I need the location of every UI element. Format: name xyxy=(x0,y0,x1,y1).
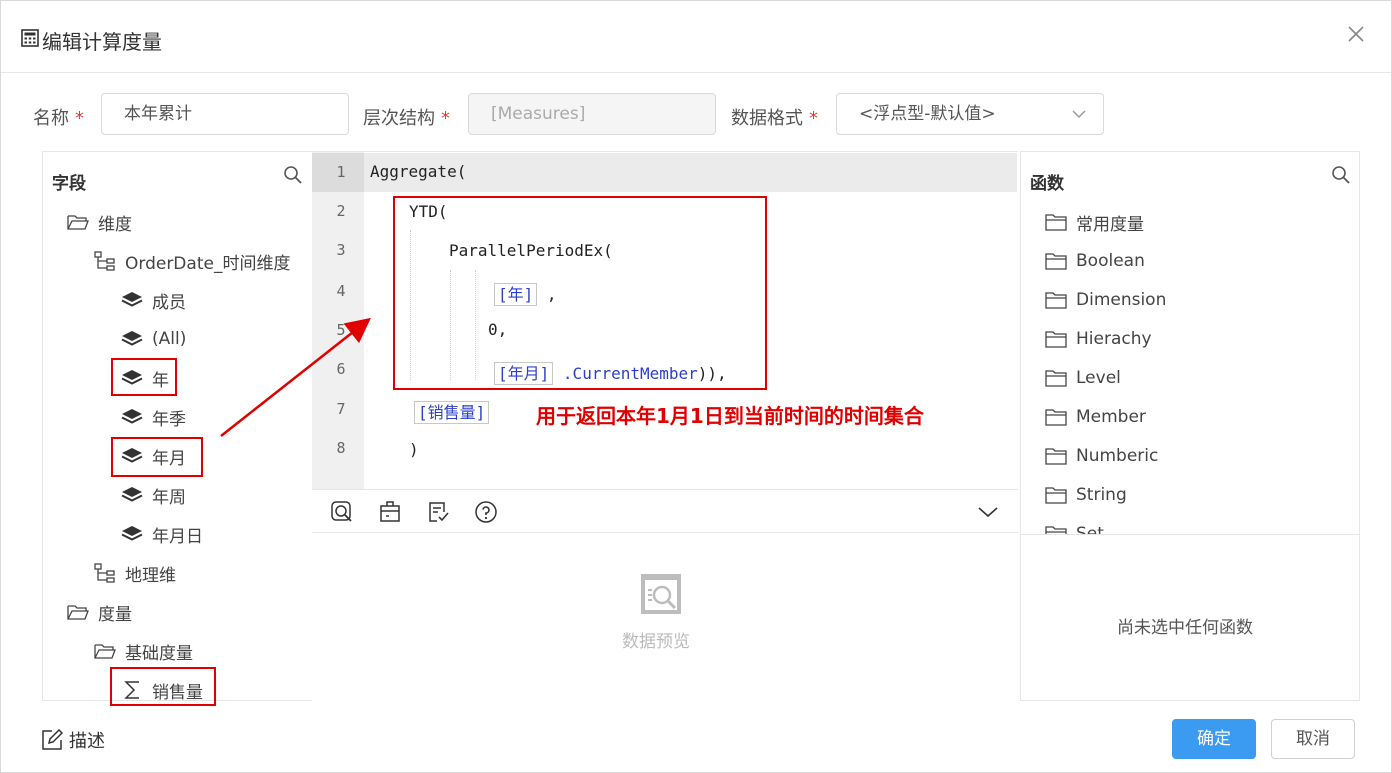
layers-icon xyxy=(121,409,143,424)
layers-icon xyxy=(121,487,143,502)
line-number: 6 xyxy=(336,360,346,378)
line-number: 1 xyxy=(336,163,346,181)
help-icon[interactable] xyxy=(474,500,498,524)
folder-icon xyxy=(1045,526,1067,534)
folder-icon xyxy=(1045,409,1067,426)
search-doc-icon[interactable] xyxy=(330,500,354,524)
function-category-common[interactable]: 常用度量 xyxy=(1045,207,1144,237)
function-category-level[interactable]: Level xyxy=(1045,363,1121,393)
functions-panel: 函数 常用度量 Boolean Dimension Hierachy Level xyxy=(1020,151,1360,701)
code-line-7: [销售量] xyxy=(414,399,490,424)
tree-item-measures[interactable]: 度量 xyxy=(67,597,132,627)
folder-icon xyxy=(1045,370,1067,387)
chevron-down-icon xyxy=(1072,110,1086,119)
name-input[interactable]: 本年累计 xyxy=(101,93,349,135)
function-category-dimension[interactable]: Dimension xyxy=(1045,285,1166,315)
folder-open-icon xyxy=(94,644,116,659)
dialog-title: 编辑计算度量 xyxy=(42,30,162,54)
format-label: 数据格式 * xyxy=(731,108,818,129)
tree-item-dimensions[interactable]: 维度 xyxy=(67,207,132,237)
folder-icon xyxy=(1045,253,1067,270)
hierarchy-input: [Measures] xyxy=(468,93,716,135)
tree-item-all[interactable]: (All) xyxy=(121,324,186,354)
tree-item-year-week[interactable]: 年周 xyxy=(121,480,186,510)
function-category-numberic[interactable]: Numberic xyxy=(1045,441,1158,471)
line-number: 2 xyxy=(336,202,346,220)
annotation-text: 用于返回本年1月1日到当前时间的时间集合 xyxy=(536,404,924,428)
code-close: ) xyxy=(409,440,419,459)
title-bar: 编辑计算度量 xyxy=(1,1,1391,73)
line-number: 8 xyxy=(336,439,346,457)
format-select[interactable]: <浮点型-默认值> xyxy=(836,93,1104,135)
folder-icon xyxy=(1045,448,1067,465)
function-category-boolean[interactable]: Boolean xyxy=(1045,246,1145,276)
highlight-box-year-month xyxy=(111,437,203,477)
check-doc-icon[interactable] xyxy=(426,500,450,524)
line-number: 5 xyxy=(336,321,346,339)
cancel-button[interactable]: 取消 xyxy=(1271,719,1355,759)
chevron-down-icon[interactable] xyxy=(976,500,1000,524)
code-ref-sales: [销售量] xyxy=(414,401,490,424)
highlight-box-sales xyxy=(110,667,216,706)
close-icon[interactable] xyxy=(1345,23,1367,45)
function-category-set[interactable]: Set xyxy=(1045,519,1104,534)
function-category-string[interactable]: String xyxy=(1045,480,1127,510)
layers-icon xyxy=(121,292,143,307)
highlight-box-code xyxy=(393,196,767,390)
calculator-icon xyxy=(21,29,39,47)
data-preview-label: 数据预览 xyxy=(622,632,690,652)
describe-button[interactable]: 描述 xyxy=(41,727,105,753)
folder-icon xyxy=(1045,292,1067,309)
function-category-hierachy[interactable]: Hierachy xyxy=(1045,324,1152,354)
tree-item-orderdate[interactable]: OrderDate_时间维度 xyxy=(94,246,290,276)
line-number: 3 xyxy=(336,241,346,259)
calendar-icon[interactable] xyxy=(378,500,402,524)
fields-panel: 字段 维度 OrderDate_时间维度 成员 (All) 年 年季 年月 年周… xyxy=(42,151,312,701)
tree-item-members[interactable]: 成员 xyxy=(121,285,186,315)
edit-icon xyxy=(42,729,63,750)
line-number: 4 xyxy=(336,282,346,300)
name-label: 名称 * xyxy=(33,108,84,129)
layers-icon xyxy=(121,331,143,346)
ok-button[interactable]: 确定 xyxy=(1172,719,1256,759)
folder-icon xyxy=(1045,214,1067,231)
fields-panel-title: 字段 xyxy=(52,174,86,194)
folder-icon xyxy=(1045,331,1067,348)
folder-open-icon xyxy=(67,605,89,620)
highlight-box-year xyxy=(111,358,177,396)
folder-open-icon xyxy=(67,215,89,230)
hierarchy-icon xyxy=(94,563,115,583)
editor-toolbar xyxy=(312,489,1018,533)
tree-item-year-month-day[interactable]: 年月日 xyxy=(121,519,203,549)
hierarchy-icon xyxy=(94,251,115,271)
tree-item-base-measures[interactable]: 基础度量 xyxy=(94,636,193,666)
format-select-value: <浮点型-默认值> xyxy=(859,104,996,124)
hierarchy-label: 层次结构 * xyxy=(363,108,450,129)
function-empty-text: 尚未选中任何函数 xyxy=(1117,618,1253,638)
data-preview-icon xyxy=(641,574,681,614)
search-icon[interactable] xyxy=(1331,165,1351,185)
folder-icon xyxy=(1045,487,1067,504)
tree-item-year-quarter[interactable]: 年季 xyxy=(121,402,186,432)
line-number: 7 xyxy=(336,400,346,418)
tree-item-geo[interactable]: 地理维 xyxy=(94,558,176,588)
layers-icon xyxy=(121,526,143,541)
data-preview-area: 数据预览 xyxy=(312,533,1018,700)
search-icon[interactable] xyxy=(283,165,303,185)
functions-list[interactable]: 函数 常用度量 Boolean Dimension Hierachy Level xyxy=(1021,152,1359,535)
code-aggregate: Aggregate( xyxy=(370,162,467,181)
functions-panel-title: 函数 xyxy=(1030,174,1064,194)
edit-calculated-measure-dialog: 编辑计算度量 名称 * 本年累计 层次结构 * [Measures] 数据格式 * <… xyxy=(0,0,1392,773)
function-category-member[interactable]: Member xyxy=(1045,402,1146,432)
